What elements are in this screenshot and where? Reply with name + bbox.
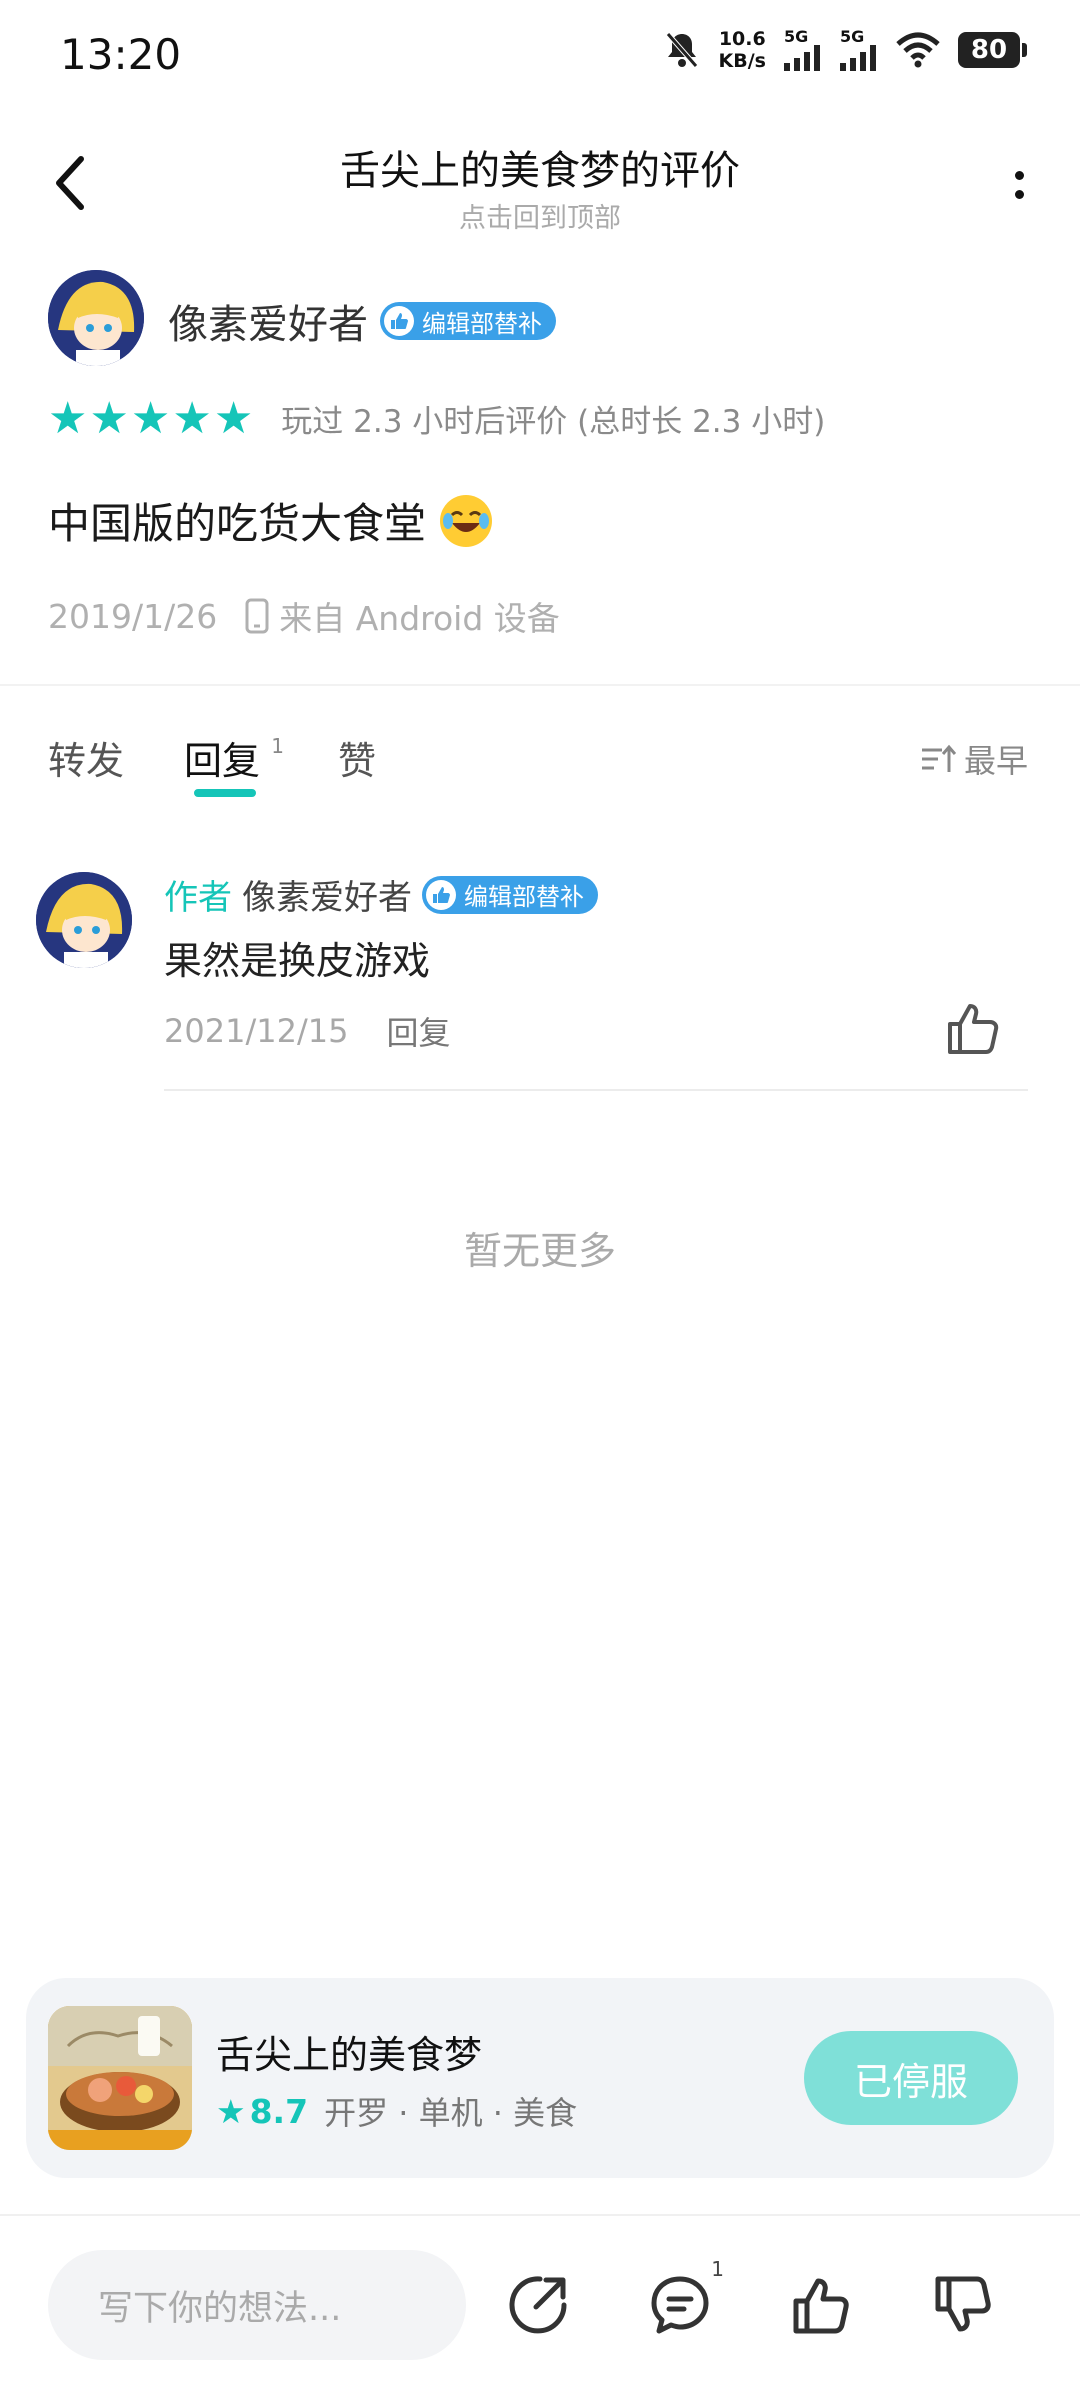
star-icon: ★: [172, 392, 212, 444]
thumbs-up-badge-icon: [426, 879, 456, 910]
reply-header: 作者 像素爱好者 编辑部替补: [164, 870, 598, 919]
user-badge: 编辑部替补: [422, 875, 598, 914]
laughing-tears-emoji-icon: [440, 494, 493, 547]
game-icon: [48, 2006, 192, 2150]
star-icon: ★: [89, 392, 129, 444]
review-meta: 2019/1/26 来自 Android 设备: [48, 592, 560, 640]
page-title: 舌尖上的美食梦的评价: [340, 148, 740, 194]
signal-sim1: 5G: [784, 29, 822, 71]
back-button[interactable]: [40, 148, 100, 218]
star-icon: ★: [48, 392, 88, 444]
dislike-button[interactable]: [926, 2267, 1002, 2343]
thumbs-up-icon: [948, 1004, 999, 1054]
scroll-to-top-hint[interactable]: 点击回到顶部: [0, 196, 1080, 235]
signal-bars-icon: [784, 45, 820, 71]
review-text: 中国版的吃货大食堂: [48, 499, 427, 548]
comment-button[interactable]: 1: [642, 2257, 724, 2343]
status-time: 13:20: [60, 30, 182, 79]
reply-divider: [164, 1089, 1028, 1091]
reply-avatar[interactable]: [36, 872, 132, 968]
like-button[interactable]: [784, 2267, 860, 2343]
more-dot-icon: [1014, 190, 1024, 199]
review-body: 中国版的吃货大食堂: [48, 490, 493, 551]
no-more-label: 暂无更多: [463, 1229, 616, 1273]
thumbs-down-icon: [935, 2276, 991, 2332]
game-card[interactable]: 舌尖上的美食梦 ★ 8.7 开罗 · 单机 · 美食 已停服: [26, 1978, 1054, 2178]
reply-meta: 2021/12/15 回复: [164, 1008, 450, 1054]
interaction-tabs: 转发 回复 1 赞: [48, 730, 376, 797]
game-status-button[interactable]: 已停服: [804, 2031, 1018, 2125]
author-tag: 作者: [164, 878, 232, 918]
star-icon: ★: [216, 2091, 246, 2131]
active-tab-indicator: [194, 789, 257, 797]
thumbs-up-badge-icon: [384, 306, 414, 336]
share-icon: [509, 2276, 567, 2334]
star-icon: ★: [130, 392, 171, 444]
username[interactable]: 像素爱好者: [168, 292, 368, 350]
battery-indicator: 80: [958, 32, 1027, 68]
comment-icon: [651, 2276, 709, 2334]
reply-action-button[interactable]: 回复: [386, 1008, 450, 1054]
review-date: 2019/1/26: [48, 596, 218, 636]
reply-text: 果然是换皮游戏: [164, 939, 431, 983]
comment-count: 1: [711, 2257, 724, 2281]
review-author: 像素爱好者 编辑部替补: [168, 292, 556, 350]
section-divider: [0, 684, 1080, 686]
tab-forward[interactable]: 转发: [48, 730, 124, 785]
more-options-button[interactable]: [994, 155, 1044, 215]
bottom-bar-divider: [0, 2214, 1080, 2216]
game-score: ★ 8.7: [216, 2091, 309, 2131]
tab-reply[interactable]: 回复 1: [184, 730, 284, 797]
game-tags: 开罗 · 单机 · 美食: [324, 2094, 578, 2132]
game-name: 舌尖上的美食梦: [216, 2033, 483, 2077]
reply-date: 2021/12/15: [164, 1012, 349, 1050]
more-dot-icon: [1014, 171, 1024, 180]
chevron-left-icon: [56, 156, 84, 210]
game-meta: ★ 8.7 开罗 · 单机 · 美食: [216, 2088, 577, 2134]
share-button[interactable]: [500, 2267, 576, 2343]
status-icons: 10.6 KB/s 5G 5G 80: [663, 28, 1027, 72]
signal-bars-icon: [840, 45, 876, 71]
device-info: 来自 Android 设备: [245, 592, 560, 640]
avatar-character-icon: [48, 270, 144, 366]
avatar[interactable]: [48, 270, 144, 366]
mute-bell-icon: [665, 32, 698, 68]
phone-icon: [245, 598, 269, 634]
play-time-info: 玩过 2.3 小时后评价 (总时长 2.3 小时): [281, 404, 826, 440]
reply-count: 1: [271, 734, 285, 758]
thumbs-up-icon: [793, 2278, 849, 2334]
reply-username[interactable]: 像素爱好者: [242, 870, 412, 919]
sort-button[interactable]: 最早: [920, 736, 1028, 782]
sort-icon: [921, 744, 956, 772]
rating-row: ★ ★ ★ ★ ★ 玩过 2.3 小时后评价 (总时长 2.3 小时): [48, 396, 825, 441]
user-badge: 编辑部替补: [380, 302, 556, 340]
tab-like[interactable]: 赞: [338, 730, 376, 785]
wifi-icon: [896, 32, 940, 68]
signal-sim2: 5G: [840, 29, 878, 71]
net-speed: 10.6 KB/s: [718, 28, 766, 72]
comment-input[interactable]: 写下你的想法...: [48, 2250, 466, 2360]
star-icon: ★: [213, 392, 254, 444]
star-rating: ★ ★ ★ ★ ★: [48, 392, 254, 444]
status-bar: 13:20 10.6 KB/s 5G 5G 80: [0, 0, 1080, 110]
avatar-character-icon: [36, 872, 132, 968]
reply-like-button[interactable]: [944, 998, 1004, 1058]
